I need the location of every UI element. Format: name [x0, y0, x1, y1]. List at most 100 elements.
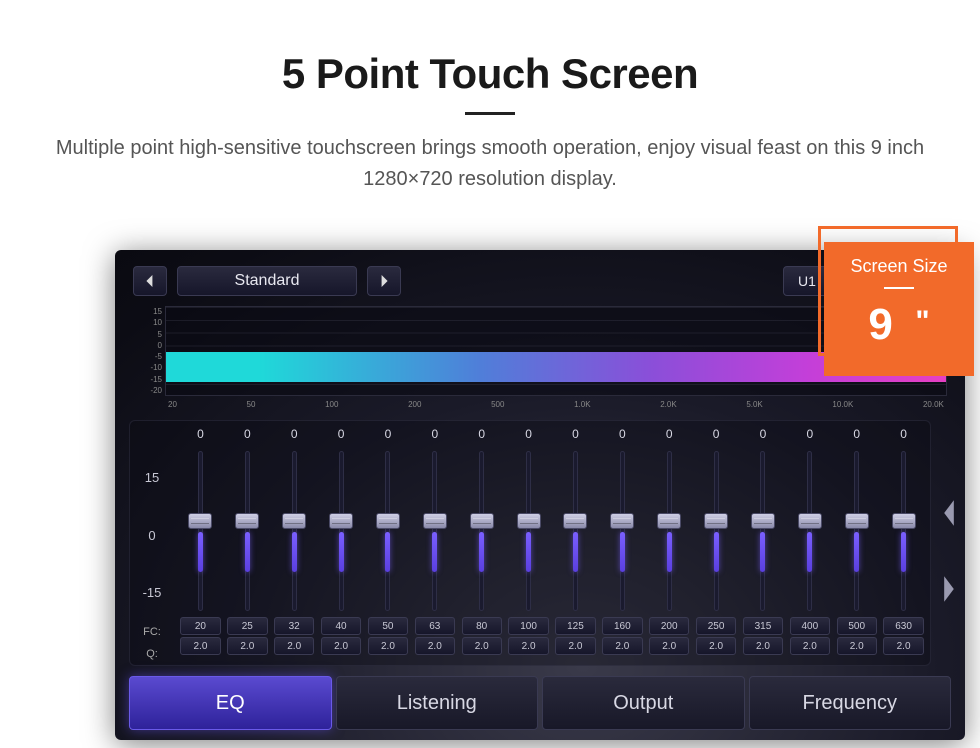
q-row-label: Q: — [130, 643, 174, 665]
band-q-value[interactable]: 2.0 — [883, 637, 923, 655]
band-slider[interactable] — [506, 445, 551, 615]
band-slider[interactable] — [272, 445, 317, 615]
eq-band: 0402.0 — [319, 427, 364, 661]
slider-thumb[interactable] — [892, 513, 916, 529]
slider-thumb[interactable] — [751, 513, 775, 529]
band-q-value[interactable]: 2.0 — [696, 637, 736, 655]
eq-bands-panel: 15 0 -15 FC: Q: 0202.00252.00322.00402.0… — [129, 420, 931, 666]
chevron-right-icon[interactable] — [941, 576, 957, 602]
slider-thumb[interactable] — [798, 513, 822, 529]
chevron-left-icon — [144, 275, 156, 287]
x-tick: 5.0K — [746, 400, 762, 409]
y-tick: 0 — [132, 341, 162, 350]
preset-name[interactable]: Standard — [177, 266, 357, 296]
x-tick: 50 — [247, 400, 256, 409]
band-fc-value[interactable]: 25 — [227, 617, 267, 635]
band-fc-value[interactable]: 80 — [462, 617, 502, 635]
band-q-value[interactable]: 2.0 — [180, 637, 220, 655]
band-fc-value[interactable]: 160 — [602, 617, 642, 635]
band-slider[interactable] — [178, 445, 223, 615]
slider-thumb[interactable] — [610, 513, 634, 529]
slider-thumb[interactable] — [188, 513, 212, 529]
band-gain-value: 0 — [713, 427, 720, 445]
band-gain-value: 0 — [385, 427, 392, 445]
eq-band: 0 50 2.0 — [366, 427, 411, 661]
page-subtitle: Multiple point high-sensitive touchscree… — [40, 133, 940, 195]
slider-thumb[interactable] — [235, 513, 259, 529]
band-slider[interactable] — [319, 445, 364, 615]
band-fc-value[interactable]: 40 — [321, 617, 361, 635]
slider-thumb[interactable] — [704, 513, 728, 529]
slider-thumb[interactable] — [845, 513, 869, 529]
band-slider[interactable] — [647, 445, 692, 615]
band-q-value[interactable]: 2.0 — [649, 637, 689, 655]
tab-listening[interactable]: Listening — [336, 676, 539, 730]
band-fc-value[interactable]: 630 — [883, 617, 923, 635]
eq-band: 0 250 2.0 — [694, 427, 739, 661]
band-gain-value: 0 — [244, 427, 251, 445]
band-q-value[interactable]: 2.0 — [462, 637, 502, 655]
band-q-value[interactable]: 2.0 — [415, 637, 455, 655]
band-slider[interactable] — [694, 445, 739, 615]
band-slider[interactable] — [881, 445, 926, 615]
band-slider[interactable] — [834, 445, 879, 615]
band-fc-value[interactable]: 100 — [508, 617, 548, 635]
slider-thumb[interactable] — [423, 513, 447, 529]
eq-band: 0322.0 — [272, 427, 317, 661]
slider-thumb[interactable] — [376, 513, 400, 529]
band-slider[interactable] — [553, 445, 598, 615]
band-fc-value[interactable]: 50 — [368, 617, 408, 635]
band-fc-value[interactable]: 32 — [274, 617, 314, 635]
x-tick: 500 — [491, 400, 504, 409]
band-slider[interactable] — [225, 445, 270, 615]
y-tick: -20 — [132, 386, 162, 395]
band-gain-value: 0 — [760, 427, 767, 445]
slider-thumb[interactable] — [563, 513, 587, 529]
slider-thumb[interactable] — [329, 513, 353, 529]
band-q-value[interactable]: 2.0 — [368, 637, 408, 655]
band-q-value[interactable]: 2.0 — [602, 637, 642, 655]
slider-thumb[interactable] — [470, 513, 494, 529]
y-tick: -10 — [132, 363, 162, 372]
slider-thumb[interactable] — [517, 513, 541, 529]
band-fc-value[interactable]: 250 — [696, 617, 736, 635]
band-q-value[interactable]: 2.0 — [790, 637, 830, 655]
band-fc-value[interactable]: 500 — [837, 617, 877, 635]
preset-next-button[interactable] — [367, 266, 401, 296]
band-gain-value: 0 — [572, 427, 579, 445]
band-slider[interactable] — [600, 445, 645, 615]
eq-band: 0802.0 — [459, 427, 504, 661]
tab-output[interactable]: Output — [542, 676, 745, 730]
band-fc-value[interactable]: 315 — [743, 617, 783, 635]
x-tick: 200 — [408, 400, 421, 409]
band-q-value[interactable]: 2.0 — [555, 637, 595, 655]
band-fc-value[interactable]: 200 — [649, 617, 689, 635]
band-q-value[interactable]: 2.0 — [227, 637, 267, 655]
slider-thumb[interactable] — [657, 513, 681, 529]
band-fc-value[interactable]: 400 — [790, 617, 830, 635]
band-fc-value[interactable]: 63 — [415, 617, 455, 635]
band-fc-value[interactable]: 20 — [180, 617, 220, 635]
band-slider[interactable] — [459, 445, 504, 615]
band-slider[interactable] — [741, 445, 786, 615]
tab-frequency[interactable]: Frequency — [749, 676, 952, 730]
band-q-value[interactable]: 2.0 — [274, 637, 314, 655]
eq-band: 0 315 2.0 — [741, 427, 786, 661]
band-gain-value: 0 — [619, 427, 626, 445]
x-tick: 20.0K — [923, 400, 944, 409]
band-q-value[interactable]: 2.0 — [321, 637, 361, 655]
band-q-value[interactable]: 2.0 — [837, 637, 877, 655]
x-tick: 100 — [325, 400, 338, 409]
band-slider[interactable] — [787, 445, 832, 615]
y-tick: 10 — [132, 318, 162, 327]
preset-prev-button[interactable] — [133, 266, 167, 296]
band-slider[interactable] — [412, 445, 457, 615]
tab-eq[interactable]: EQ — [129, 676, 332, 730]
slider-thumb[interactable] — [282, 513, 306, 529]
band-slider[interactable] — [366, 445, 411, 615]
band-q-value[interactable]: 2.0 — [508, 637, 548, 655]
band-gain-value: 0 — [525, 427, 532, 445]
band-fc-value[interactable]: 125 — [555, 617, 595, 635]
band-q-value[interactable]: 2.0 — [743, 637, 783, 655]
chevron-left-icon[interactable] — [941, 500, 957, 526]
